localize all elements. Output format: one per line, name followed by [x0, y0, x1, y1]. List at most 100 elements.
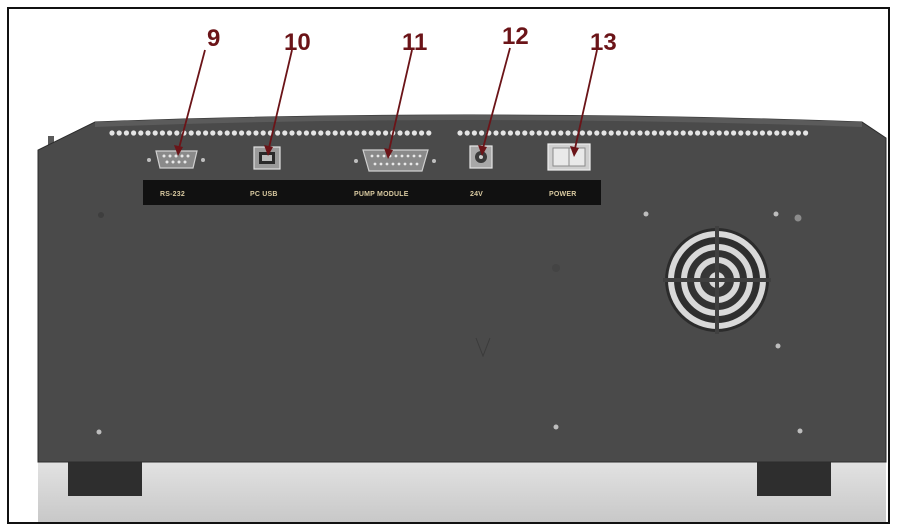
vent-hole	[275, 130, 281, 136]
vent-hole	[601, 130, 607, 136]
vent-hole	[404, 130, 410, 136]
vent-hole	[738, 130, 744, 136]
vent-hole	[673, 130, 679, 136]
vent-hole	[375, 130, 381, 136]
vent-hole	[210, 130, 216, 136]
vent-hole	[723, 130, 730, 136]
vent-hole	[781, 130, 787, 136]
vent-hole	[551, 130, 557, 136]
rear-panel-diagram: RS-232 PC USB PUMP MODULE 24V POWER 9 10…	[7, 7, 890, 524]
vent-hole	[500, 130, 506, 136]
vent-hole	[426, 130, 432, 136]
vent-hole	[587, 130, 593, 136]
vent-hole	[397, 130, 403, 136]
power-switch	[547, 143, 591, 171]
vent-hole	[515, 130, 521, 136]
vent-hole	[411, 130, 417, 136]
vent-hole	[368, 130, 374, 136]
vent-hole	[543, 130, 550, 136]
vent-hole	[572, 130, 578, 136]
vent-hole	[774, 130, 780, 136]
vent-hole	[702, 130, 708, 136]
callout-number-13: 13	[590, 29, 617, 56]
vent-hole	[339, 130, 345, 136]
label-24v: 24V	[470, 191, 483, 198]
vent-hole	[565, 130, 571, 136]
vent-hole	[759, 130, 766, 136]
vent-hole	[123, 130, 129, 136]
vent-hole	[479, 130, 485, 136]
vent-hole	[383, 130, 389, 136]
vent-hole	[630, 130, 636, 136]
label-power: POWER	[549, 191, 576, 198]
vent-hole	[195, 130, 201, 136]
vent-hole	[731, 130, 737, 136]
vent-hole	[354, 130, 360, 136]
left-foot	[68, 462, 142, 496]
vent-hole	[224, 130, 230, 136]
vent-hole	[687, 130, 694, 136]
vent-hole	[253, 130, 259, 136]
vent-hole	[709, 130, 715, 136]
vent-hole	[767, 130, 773, 136]
vent-hole	[680, 130, 686, 136]
vent-hole	[347, 130, 353, 136]
vent-hole	[803, 130, 809, 136]
vent-hole	[716, 130, 722, 136]
vent-hole	[457, 130, 463, 136]
vent-hole	[594, 130, 600, 136]
vent-hole	[615, 130, 622, 136]
vent-hole	[159, 130, 165, 136]
vent-hole	[464, 130, 470, 136]
label-pc-usb: PC USB	[250, 191, 278, 198]
vent-hole	[303, 130, 309, 136]
vent-hole	[289, 130, 295, 136]
callout-number-10: 10	[284, 29, 311, 56]
vent-hole	[246, 130, 252, 136]
vent-hole	[167, 130, 173, 136]
label-pump-module: PUMP MODULE	[354, 191, 409, 198]
vent-hole	[217, 130, 223, 136]
callout-number-12: 12	[502, 23, 529, 50]
vent-hole	[659, 130, 665, 136]
vent-hole	[361, 130, 367, 136]
vent-hole	[795, 130, 802, 136]
vent-hole	[529, 130, 535, 136]
vent-hole	[311, 130, 317, 136]
vent-hole	[116, 130, 122, 136]
vent-hole	[419, 130, 425, 136]
vent-hole	[695, 130, 701, 136]
vent-hole	[152, 130, 158, 136]
vent-hole	[260, 130, 266, 136]
vent-hole	[188, 130, 194, 136]
vent-hole	[579, 130, 586, 136]
vent-hole	[318, 130, 324, 136]
vent-hole	[666, 130, 672, 136]
vent-hole	[282, 130, 288, 136]
vent-hole	[493, 130, 499, 136]
vent-hole	[138, 130, 144, 136]
right-foot	[757, 462, 831, 496]
vent-hole	[752, 130, 758, 136]
vent-hole	[507, 130, 513, 136]
vent-hole	[332, 130, 338, 136]
vent-hole	[637, 130, 643, 136]
label-rs232: RS-232	[160, 191, 185, 198]
vent-hole	[471, 130, 477, 136]
vent-hole	[325, 130, 331, 136]
vent-hole	[623, 130, 629, 136]
vent-hole	[109, 130, 115, 136]
vent-hole	[131, 130, 137, 136]
vent-hole	[536, 130, 542, 136]
vent-hole	[231, 130, 237, 136]
vent-hole	[145, 130, 151, 136]
vent-hole	[203, 130, 209, 136]
vent-hole	[745, 130, 751, 136]
vent-hole	[788, 130, 794, 136]
vent-row	[109, 130, 809, 136]
callout-number-9: 9	[207, 25, 220, 52]
vent-hole	[558, 130, 564, 136]
callout-number-11: 11	[402, 29, 427, 56]
vent-hole	[644, 130, 650, 136]
vent-hole	[608, 130, 614, 136]
